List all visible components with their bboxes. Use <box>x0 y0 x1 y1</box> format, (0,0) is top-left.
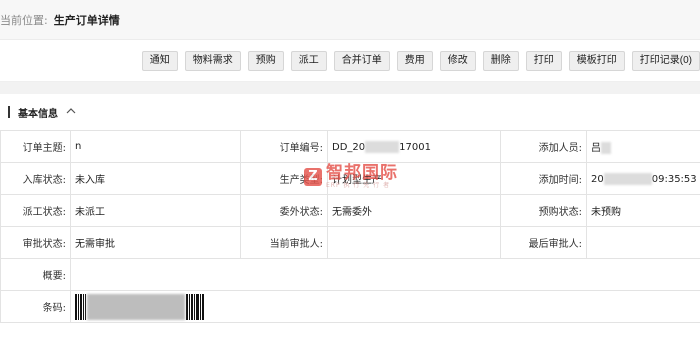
summary-label: 概要: <box>0 258 71 291</box>
print-log-button[interactable]: 打印记录(0) <box>631 50 700 71</box>
stock-status-value: 未入库 <box>70 162 241 195</box>
expenses-button[interactable]: 费用 <box>396 50 433 71</box>
created-by-label: 添加人员: <box>500 130 587 163</box>
redacted-mask <box>365 140 400 153</box>
watermark-text: 智邦国际 <box>326 163 398 183</box>
order-no-prefix: DD_20 <box>332 141 366 153</box>
notify-button[interactable]: 通知 <box>141 50 178 71</box>
chevron-up-icon[interactable] <box>66 107 76 118</box>
dispatch-status-value: 未派工 <box>70 194 241 227</box>
current-approver-label: 当前审批人: <box>240 226 328 259</box>
print-button[interactable]: 打印 <box>525 50 562 71</box>
barcode-image <box>75 293 696 320</box>
edit-button[interactable]: 修改 <box>439 50 476 71</box>
order-no-label: 订单编号: <box>240 130 328 163</box>
delete-button[interactable]: 删除 <box>482 50 519 71</box>
table-row: 条码: <box>0 290 700 323</box>
template-print-button[interactable]: 模板打印 <box>568 50 625 71</box>
created-by-name: 吕 <box>591 143 601 154</box>
page: 当前位置: 生产订单详情 通知 物料需求 预购 派工 合并订单 费用 修改 删除… <box>0 0 700 346</box>
basic-info-table: 订单主题: n 订单编号: DD_20 17001 添加人员: 吕 入库状态: 未… <box>0 130 700 323</box>
preorder-status-value: 未预购 <box>586 194 700 227</box>
watermark-logo-icon: Z <box>304 168 322 186</box>
table-row: 概要: <box>0 258 700 291</box>
dispatch-status-label: 派工状态: <box>0 194 71 227</box>
action-toolbar: 通知 物料需求 预购 派工 合并订单 费用 修改 删除 打印 模板打印 打印记录… <box>0 40 700 82</box>
redacted-mask <box>603 172 652 185</box>
barcode-label: 条码: <box>0 290 71 323</box>
breadcrumb-label: 当前位置: <box>0 13 48 27</box>
outsource-status-value: 无需委外 <box>327 194 501 227</box>
material-demand-button[interactable]: 物料需求 <box>184 50 241 71</box>
preorder-status-label: 预购状态: <box>500 194 587 227</box>
watermark-subtext: ERP 执 行 先 行 者 <box>326 182 391 189</box>
section-marker <box>8 106 10 118</box>
order-no-suffix: 17001 <box>399 141 431 153</box>
watermark: Z 智邦国际 ERP 执 行 先 行 者 <box>304 164 398 190</box>
approval-status-value: 无需审批 <box>70 226 241 259</box>
created-by-value: 吕 <box>586 130 700 163</box>
created-at-label: 添加时间: <box>500 162 587 195</box>
table-row: 派工状态: 未派工 委外状态: 无需委外 预购状态: 未预购 <box>0 194 700 227</box>
section-header-basic-info[interactable]: 基本信息 <box>0 94 700 130</box>
breadcrumb: 当前位置: 生产订单详情 <box>0 0 700 40</box>
current-approver-value <box>327 226 501 259</box>
stock-status-label: 入库状态: <box>0 162 71 195</box>
order-subject-value: n <box>70 130 241 163</box>
last-approver-label: 最后审批人: <box>500 226 587 259</box>
created-at-value: 20 09:35:53 <box>586 162 700 195</box>
page-title: 生产订单详情 <box>53 13 120 27</box>
section-title: 基本信息 <box>18 108 58 120</box>
summary-value <box>70 258 700 291</box>
created-at-suffix: 09:35:53 <box>651 173 697 185</box>
dispatch-button[interactable]: 派工 <box>290 50 327 71</box>
approval-status-label: 审批状态: <box>0 226 71 259</box>
barcode-cell <box>70 290 700 323</box>
outsource-status-label: 委外状态: <box>240 194 328 227</box>
order-subject-label: 订单主题: <box>0 130 71 163</box>
section-gap <box>0 82 700 94</box>
preorder-button[interactable]: 预购 <box>247 50 284 71</box>
order-no-value: DD_20 17001 <box>327 130 501 163</box>
table-row: 订单主题: n 订单编号: DD_20 17001 添加人员: 吕 <box>0 130 700 163</box>
redacted-mask <box>601 142 611 154</box>
last-approver-value <box>586 226 700 259</box>
merge-orders-button[interactable]: 合并订单 <box>333 50 390 71</box>
table-row: 审批状态: 无需审批 当前审批人: 最后审批人: <box>0 226 700 259</box>
created-at-prefix: 20 <box>591 173 604 185</box>
